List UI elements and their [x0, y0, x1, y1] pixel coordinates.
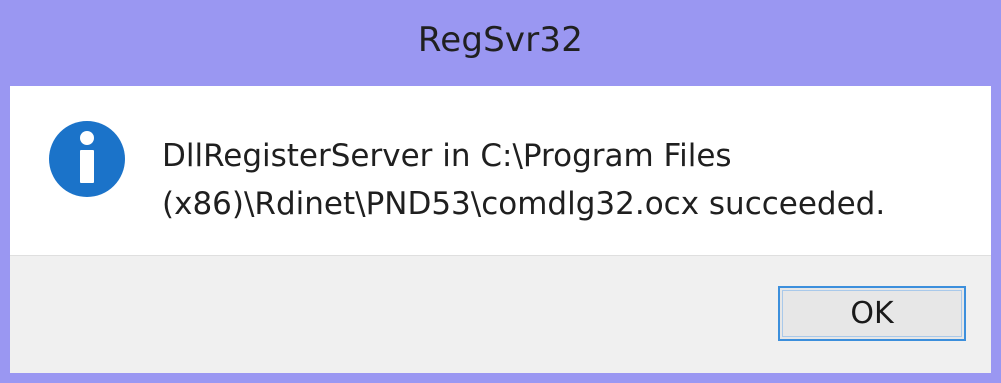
info-icon: [49, 121, 125, 197]
message-line: (x86)\Rdinet\PND53\comdlg32.ocx succeede…: [162, 186, 886, 222]
message-line: DllRegisterServer in C:\Program Files: [162, 138, 732, 174]
ok-button[interactable]: OK: [778, 286, 966, 341]
dialog-titlebar[interactable]: RegSvr32: [0, 0, 1001, 86]
dialog-title: RegSvr32: [417, 20, 584, 60]
regsvr32-dialog: RegSvr32 DllRegisterServer in C:\Program…: [0, 0, 1001, 383]
dialog-content: DllRegisterServer in C:\Program Files (x…: [10, 86, 991, 255]
dialog-footer: OK: [10, 255, 991, 373]
dialog-message: DllRegisterServer in C:\Program Files (x…: [162, 132, 962, 228]
